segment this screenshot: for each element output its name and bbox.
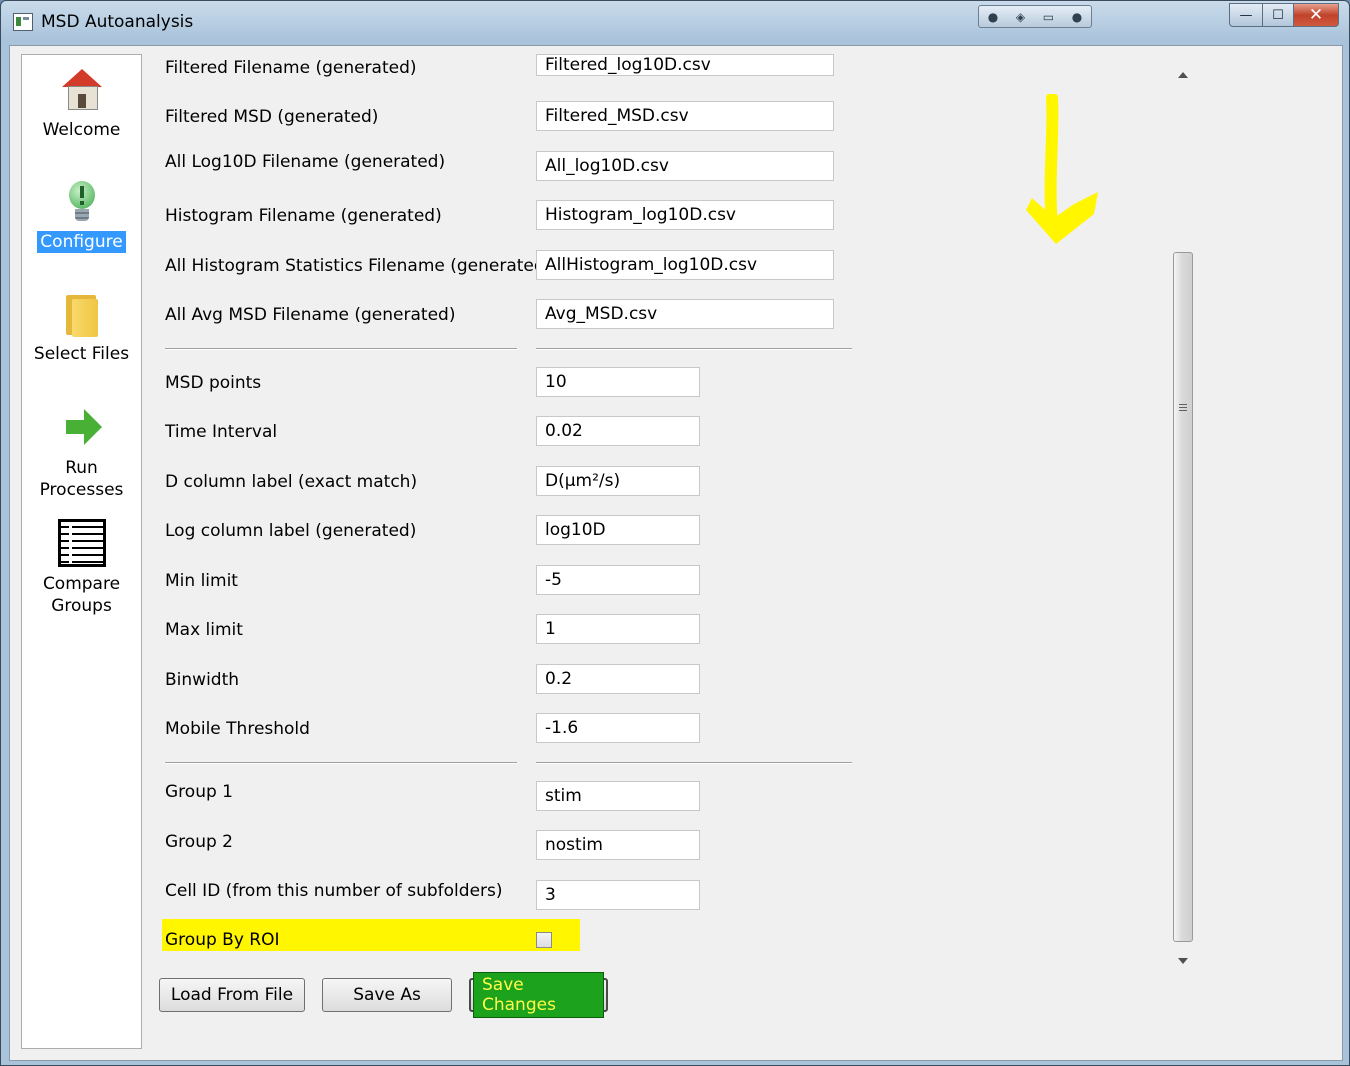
app-icon xyxy=(13,13,33,31)
record-icon[interactable]: ● xyxy=(1072,10,1082,24)
field-label: Group 2 xyxy=(165,832,233,852)
max-limit-field[interactable]: 1 xyxy=(536,614,700,644)
field-label: Filtered MSD (generated) xyxy=(165,107,379,127)
field-label: MSD points xyxy=(165,373,262,393)
configure-panel: Filtered Filename (generated) Filtered_l… xyxy=(150,54,1332,1054)
mobile-threshold-field[interactable]: -1.6 xyxy=(536,713,700,743)
arrow-right-icon xyxy=(60,407,104,451)
msd-points-field[interactable]: 10 xyxy=(536,367,700,397)
sidebar-nav: Welcome Configure Select Files Run Proce… xyxy=(21,54,142,1049)
app-window: MSD Autoanalysis ● ◈ ▭ ● — ☐ ✕ Welcome C… xyxy=(0,0,1350,1066)
folder-icon xyxy=(60,293,104,337)
minimize-button[interactable]: — xyxy=(1229,3,1263,27)
d-column-label-field[interactable]: D(μm²/s) xyxy=(536,466,700,496)
sidebar-item-run-processes[interactable]: Run Processes xyxy=(22,407,141,501)
close-button[interactable]: ✕ xyxy=(1294,3,1339,27)
field-label: All Log10D Filename (generated) xyxy=(165,152,446,172)
titlebar-extra-controls[interactable]: ● ◈ ▭ ● xyxy=(978,5,1092,28)
field-label: Cell ID (from this number of subfolders) xyxy=(165,881,503,901)
maximize-button[interactable]: ☐ xyxy=(1263,3,1294,27)
separator xyxy=(165,348,517,350)
all-histogram-stats-field[interactable]: AllHistogram_log10D.csv xyxy=(536,250,834,280)
save-changes-button[interactable]: Save Changes xyxy=(469,972,608,1018)
eye-icon[interactable]: ◈ xyxy=(1016,10,1025,24)
vertical-scrollbar[interactable] xyxy=(1173,64,1195,968)
group-by-roi-label: Group By ROI xyxy=(165,930,280,950)
annotation-arrow-icon xyxy=(1026,94,1098,244)
field-label: Min limit xyxy=(165,571,238,591)
all-avg-msd-field[interactable]: Avg_MSD.csv xyxy=(536,299,834,329)
sidebar-item-compare-groups[interactable]: Compare Groups xyxy=(22,519,141,617)
sidebar-item-label: Select Files xyxy=(33,344,130,364)
field-label: Group 1 xyxy=(165,782,233,802)
sidebar-item-label: Configure xyxy=(37,231,126,253)
field-label: Log column label (generated) xyxy=(165,521,417,541)
field-label: Filtered Filename (generated) xyxy=(165,58,417,78)
title-bar[interactable]: MSD Autoanalysis ● ◈ ▭ ● — ☐ ✕ xyxy=(1,1,1349,45)
separator xyxy=(536,762,852,764)
window-title: MSD Autoanalysis xyxy=(41,12,194,32)
grip-icon xyxy=(1179,404,1187,413)
all-log10d-field[interactable]: All_log10D.csv xyxy=(536,151,834,181)
separator xyxy=(536,348,852,350)
lightbulb-icon xyxy=(60,181,104,225)
field-label: Binwidth xyxy=(165,670,240,690)
scroll-up-arrow-icon[interactable] xyxy=(1178,72,1188,78)
time-interval-field[interactable]: 0.02 xyxy=(536,416,700,446)
log-column-label-field[interactable]: log10D xyxy=(536,515,700,545)
group-by-roi-checkbox[interactable] xyxy=(536,932,552,948)
group1-field[interactable]: stim xyxy=(536,781,700,811)
separator xyxy=(165,762,517,764)
field-label: Time Interval xyxy=(165,422,278,442)
sidebar-item-select-files[interactable]: Select Files xyxy=(22,293,141,365)
min-limit-field[interactable]: -5 xyxy=(536,565,700,595)
field-label: Max limit xyxy=(165,620,243,640)
sidebar-item-welcome[interactable]: Welcome xyxy=(22,69,141,141)
field-label: Histogram Filename (generated) xyxy=(165,206,442,226)
load-from-file-button[interactable]: Load From File xyxy=(159,978,305,1012)
filtered-msd-field[interactable]: Filtered_MSD.csv xyxy=(536,101,834,131)
scrollbar-thumb[interactable] xyxy=(1173,252,1193,942)
save-as-button[interactable]: Save As xyxy=(322,978,452,1012)
filtered-filename-field[interactable]: Filtered_log10D.csv xyxy=(536,54,834,76)
table-icon xyxy=(57,519,106,567)
keyboard-icon[interactable]: ▭ xyxy=(1043,10,1054,24)
binwidth-field[interactable]: 0.2 xyxy=(536,664,700,694)
field-label: Mobile Threshold xyxy=(165,719,310,739)
client-area: Welcome Configure Select Files Run Proce… xyxy=(9,45,1343,1061)
group2-field[interactable]: nostim xyxy=(536,830,700,860)
sidebar-item-label: Welcome xyxy=(42,120,121,140)
window-controls: — ☐ ✕ xyxy=(1229,3,1339,27)
save-changes-label: Save Changes xyxy=(473,972,604,1018)
record-icon[interactable]: ● xyxy=(988,10,998,24)
field-label: D column label (exact match) xyxy=(165,472,418,492)
field-label: All Avg MSD Filename (generated) xyxy=(165,305,456,325)
sidebar-item-configure[interactable]: Configure xyxy=(22,181,141,253)
sidebar-item-label: Compare Groups xyxy=(42,574,121,616)
sidebar-item-label: Run Processes xyxy=(39,458,124,500)
cell-id-field[interactable]: 3 xyxy=(536,880,700,910)
histogram-filename-field[interactable]: Histogram_log10D.csv xyxy=(536,200,834,230)
field-label: All Histogram Statistics Filename (gener… xyxy=(165,256,552,276)
scroll-down-arrow-icon[interactable] xyxy=(1178,958,1188,964)
house-icon xyxy=(60,69,104,113)
